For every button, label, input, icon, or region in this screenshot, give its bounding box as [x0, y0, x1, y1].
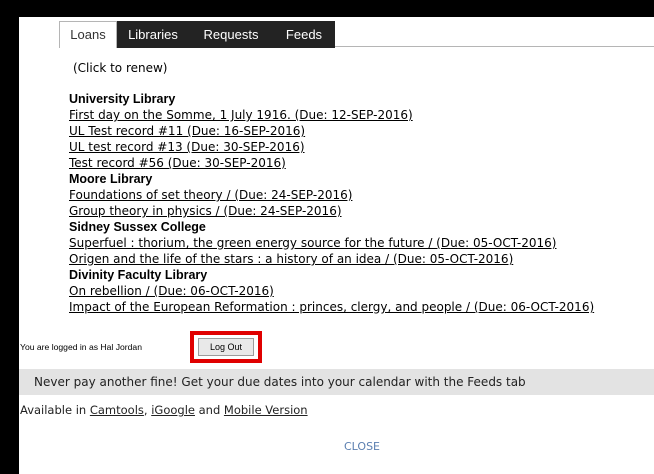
loan-item[interactable]: Group theory in physics / (Due: 24-SEP-2… — [69, 203, 654, 219]
available-in: Available in Camtools, iGoogle and Mobil… — [20, 403, 308, 417]
tab-loans[interactable]: Loans — [59, 21, 117, 48]
loan-item[interactable]: Test record #56 (Due: 30-SEP-2016) — [69, 155, 654, 171]
loan-item[interactable]: UL Test record #11 (Due: 16-SEP-2016) — [69, 123, 654, 139]
loan-item[interactable]: First day on the Somme, 1 July 1916. (Du… — [69, 107, 654, 123]
available-prefix: Available in — [20, 403, 90, 417]
tab-feeds[interactable]: Feeds — [273, 21, 335, 48]
tab-libraries[interactable]: Libraries — [117, 21, 189, 48]
loan-item[interactable]: Impact of the European Reformation : pri… — [69, 299, 654, 315]
loans-panel: Loans Libraries Requests Feeds (Click to… — [19, 17, 654, 474]
tab-requests[interactable]: Requests — [189, 21, 273, 48]
mobile-version-link[interactable]: Mobile Version — [224, 403, 308, 417]
outer-frame: Loans Libraries Requests Feeds (Click to… — [0, 0, 654, 474]
feeds-promo-banner: Never pay another fine! Get your due dat… — [19, 369, 654, 395]
logout-highlight-box: Log Out — [190, 331, 262, 363]
igoogle-link[interactable]: iGoogle — [151, 403, 195, 417]
tab-bar: Loans Libraries Requests Feeds — [59, 21, 654, 48]
loan-item[interactable]: On rebellion / (Due: 06-OCT-2016) — [69, 283, 654, 299]
library-heading: University Library — [69, 92, 176, 106]
loan-item[interactable]: UL test record #13 (Due: 30-SEP-2016) — [69, 139, 654, 155]
close-button[interactable]: CLOSE — [344, 440, 380, 453]
library-heading: Divinity Faculty Library — [69, 268, 208, 282]
loans-list: University Library First day on the Somm… — [69, 91, 654, 315]
logged-in-text: You are logged in as Hal Jordan — [20, 342, 142, 352]
renew-hint: (Click to renew) — [73, 61, 168, 75]
loan-item[interactable]: Superfuel : thorium, the green energy so… — [69, 235, 654, 251]
logout-button[interactable]: Log Out — [198, 338, 254, 356]
library-heading: Sidney Sussex College — [69, 220, 206, 234]
available-sep: and — [194, 403, 224, 417]
loan-item[interactable]: Foundations of set theory / (Due: 24-SEP… — [69, 187, 654, 203]
library-heading: Moore Library — [69, 172, 153, 186]
camtools-link[interactable]: Camtools — [90, 403, 144, 417]
loan-item[interactable]: Origen and the life of the stars : a his… — [69, 251, 654, 267]
login-status: You are logged in as Hal Jordan Log Out — [20, 331, 580, 363]
